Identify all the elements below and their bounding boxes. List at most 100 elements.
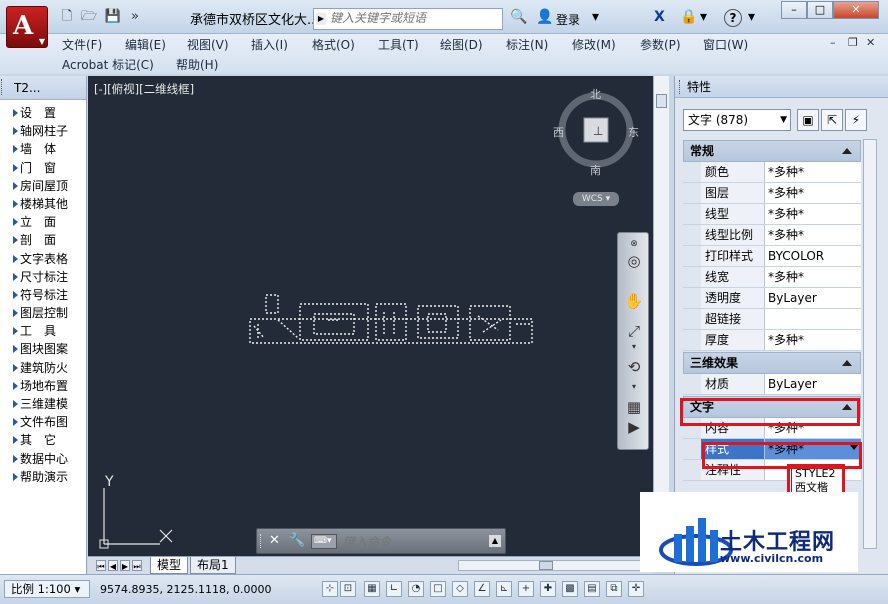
tarch-menu-item[interactable]: 图层控制	[0, 304, 86, 322]
tarch-menu-item[interactable]: 楼梯其他	[0, 195, 86, 213]
viewcube-north[interactable]: 北	[590, 86, 601, 102]
tarch-menu-item[interactable]: 文件布图	[0, 413, 86, 431]
property-row[interactable]: 透明度 ByLayer	[683, 288, 861, 309]
property-row[interactable]: 材质 ByLayer	[683, 374, 861, 395]
ortho-icon[interactable]: ∟	[386, 581, 402, 597]
property-value[interactable]: *多种*	[765, 439, 861, 459]
property-category[interactable]: 文字	[683, 396, 861, 418]
annotation-scale[interactable]: 比例 1:100 ▾	[4, 580, 90, 598]
polar-icon[interactable]: ◔	[408, 581, 424, 597]
command-input[interactable]	[343, 533, 483, 550]
menu-tools[interactable]: 工具(T)	[378, 36, 419, 53]
mdi-minimize-icon[interactable]: –	[830, 36, 836, 49]
annotation-monitor-icon[interactable]: ✛	[628, 581, 644, 597]
tarch-menu-item[interactable]: 墙 体	[0, 140, 86, 158]
tab-model[interactable]: 模型	[150, 557, 189, 574]
style-option[interactable]: STYLE2	[795, 467, 842, 481]
snap-icon[interactable]: ⊹	[322, 581, 338, 597]
tarch-menu-item[interactable]: 房间屋顶	[0, 177, 86, 195]
property-category[interactable]: 常规	[683, 140, 861, 162]
show-motion-icon[interactable]: ▦	[624, 397, 644, 417]
menu-view[interactable]: 视图(V)	[187, 36, 229, 53]
more-tools-icon[interactable]: »	[126, 9, 144, 25]
scrollbar-thumb[interactable]	[656, 94, 667, 108]
object-type-select[interactable]: 文字 (878) ▼	[683, 109, 791, 131]
autodesk-online-icon[interactable]: 🔒	[680, 9, 697, 25]
tarch-menu-item[interactable]: 立 面	[0, 213, 86, 231]
canvas-horizontal-scrollbar[interactable]	[458, 560, 648, 571]
orbit-icon[interactable]: ⟲	[624, 357, 644, 377]
chevron-up-icon[interactable]: ▲	[489, 535, 501, 547]
property-row[interactable]: 颜色 *多种*	[683, 162, 861, 183]
viewcube-east[interactable]: 东	[628, 124, 639, 140]
drawing-area[interactable]: [-][俯视][二维线框] ⊥ 北 南 东 西 WCS ▾ ⊗ ◎ ✋ ⤢ ▾	[88, 76, 653, 556]
tarch-menu-item[interactable]: 符号标注	[0, 286, 86, 304]
property-value[interactable]: *多种*	[765, 183, 861, 203]
menu-window[interactable]: 窗口(W)	[703, 36, 748, 53]
osnap-icon[interactable]: □	[430, 581, 446, 597]
property-row[interactable]: 线型 *多种*	[683, 204, 861, 225]
scrollbar-thumb[interactable]	[539, 561, 553, 570]
menu-help[interactable]: 帮助(H)	[176, 56, 218, 73]
close-icon[interactable]: ✕	[269, 533, 280, 548]
properties-scrollbar[interactable]	[863, 139, 877, 549]
tarch-menu-item[interactable]: 帮助演示	[0, 468, 86, 486]
binoculars-icon[interactable]: 🔍	[510, 9, 527, 25]
menu-parameter[interactable]: 参数(P)	[640, 36, 681, 53]
canvas-vertical-scrollbar[interactable]	[653, 76, 669, 556]
tarch-menu-item[interactable]: 轴网柱子	[0, 122, 86, 140]
last-tab-icon[interactable]: ⏭	[132, 560, 142, 571]
tab-layout1[interactable]: 布局1	[190, 557, 236, 574]
mdi-close-icon[interactable]: ✕	[866, 36, 875, 49]
property-value[interactable]: BYCOLOR	[765, 246, 861, 266]
tarch-menu-item[interactable]: 三维建模	[0, 395, 86, 413]
tarch-menu-item[interactable]: 文字表格	[0, 250, 86, 268]
selection-cycle-icon[interactable]: ⧉	[606, 581, 622, 597]
dropdown-icon[interactable]: ▾	[700, 9, 707, 25]
tarch-menu-item[interactable]: 工 具	[0, 322, 86, 340]
close-button[interactable]: ✕	[833, 1, 879, 19]
prev-tab-icon[interactable]: ◀	[108, 560, 118, 571]
search-input[interactable]	[330, 11, 500, 25]
search-expand-icon[interactable]: ▶	[316, 13, 326, 25]
property-value[interactable]: *多种*	[765, 267, 861, 287]
tarch-menu-item[interactable]: 设 置	[0, 104, 86, 122]
user-icon[interactable]: 👤	[536, 9, 553, 25]
tarch-menu-item[interactable]: 建筑防火	[0, 359, 86, 377]
property-row[interactable]: 图层 *多种*	[683, 183, 861, 204]
menu-file[interactable]: 文件(F)	[62, 36, 102, 53]
play-icon[interactable]: ▶	[624, 417, 644, 437]
property-row[interactable]: 打印样式 BYCOLOR	[683, 246, 861, 267]
property-value[interactable]: *多种*	[765, 418, 861, 438]
property-row[interactable]: 线型比例 *多种*	[683, 225, 861, 246]
open-file-icon[interactable]: 🗁	[80, 9, 98, 25]
property-value[interactable]: ByLayer	[765, 374, 861, 394]
property-value[interactable]: *多种*	[765, 330, 861, 350]
pan-hand-icon[interactable]: ✋	[624, 291, 644, 311]
menu-acrobat[interactable]: Acrobat 标记(C)	[62, 56, 154, 73]
maximize-button[interactable]: □	[807, 1, 833, 19]
lineweight-icon[interactable]: ✚	[540, 581, 556, 597]
command-history-icon[interactable]: ⌨▾	[311, 534, 337, 549]
chevron-down-icon[interactable]: ▾	[624, 337, 644, 357]
tarch-menu-item[interactable]: 其 它	[0, 431, 86, 449]
infer-icon[interactable]: ⊡	[340, 581, 356, 597]
new-file-icon[interactable]: 🗋	[58, 9, 76, 25]
menu-format[interactable]: 格式(O)	[312, 36, 355, 53]
steering-wheel-icon[interactable]: ◎	[624, 251, 644, 271]
save-icon[interactable]: 💾	[104, 9, 122, 25]
menu-edit[interactable]: 编辑(E)	[125, 36, 166, 53]
otrack-icon[interactable]: ∠	[474, 581, 490, 597]
drag-grip-icon[interactable]	[679, 80, 680, 94]
property-row[interactable]: 超链接	[683, 309, 861, 330]
select-objects-icon[interactable]: ⇱	[821, 109, 843, 131]
search-box[interactable]: ▶	[313, 8, 503, 30]
tarch-menu-item[interactable]: 数据中心	[0, 450, 86, 468]
wcs-menu[interactable]: WCS ▾	[573, 192, 619, 206]
dropdown-icon[interactable]: ▾	[748, 9, 755, 25]
grid-icon[interactable]: ▦	[364, 581, 380, 597]
property-row[interactable]: 样式 *多种*	[683, 439, 861, 460]
tarch-menu-item[interactable]: 图块图案	[0, 340, 86, 358]
property-value[interactable]: ByLayer	[765, 288, 861, 308]
toggle-pickadd-icon[interactable]: ▣	[797, 109, 819, 131]
